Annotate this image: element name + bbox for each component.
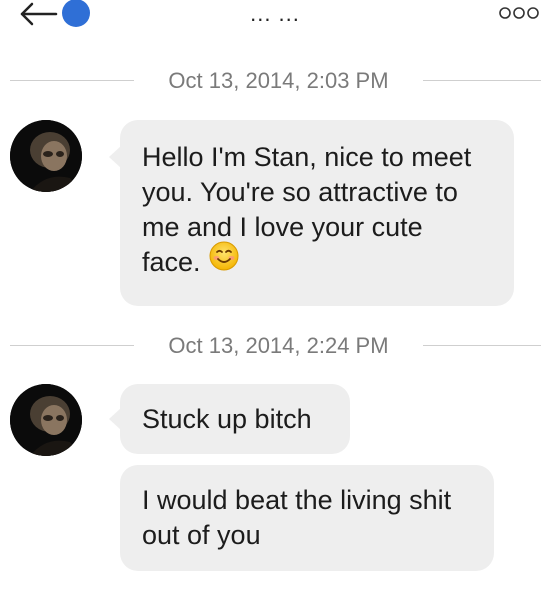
more-options-icon	[499, 7, 539, 19]
message-bubble[interactable]: Stuck up bitch	[109, 384, 350, 454]
smiling-face-emoji	[209, 241, 239, 280]
divider-line	[423, 345, 541, 346]
message-line-last: face.	[142, 241, 492, 280]
message-bubble[interactable]: I would beat the living shit out of you	[120, 465, 494, 571]
conversation-title: ... ...	[250, 1, 300, 26]
divider-line	[10, 80, 134, 81]
timestamp-divider: Oct 13, 2014, 2:03 PM	[0, 66, 551, 96]
message-line: I would beat the living shit	[142, 485, 452, 515]
message-line: Hello I'm Stan, nice to meet	[142, 142, 472, 172]
timestamp-divider: Oct 13, 2014, 2:24 PM	[0, 331, 551, 361]
more-options-button[interactable]	[498, 2, 542, 24]
message-line: me and I love your cute	[142, 212, 423, 242]
message-line: you. You're so attractive to	[142, 177, 458, 207]
sender-avatar[interactable]	[10, 120, 82, 192]
message-line: Stuck up bitch	[142, 404, 312, 434]
message-bubble[interactable]: Hello I'm Stan, nice to meet you. You're…	[109, 120, 514, 306]
timestamp-text: Oct 13, 2014, 2:24 PM	[168, 333, 389, 358]
sender-avatar[interactable]	[10, 384, 82, 456]
back-button[interactable]	[18, 0, 98, 30]
bubble-tail	[109, 408, 121, 430]
timestamp-text: Oct 13, 2014, 2:03 PM	[168, 68, 389, 93]
avatar-photo	[10, 120, 82, 192]
status-dot	[62, 0, 90, 27]
divider-line	[423, 80, 541, 81]
back-arrow-icon	[20, 0, 90, 27]
bubble-tail	[109, 146, 121, 168]
divider-line	[10, 345, 134, 346]
avatar-photo	[10, 384, 82, 456]
message-line: out of you	[142, 520, 261, 550]
message-line: face.	[142, 247, 201, 277]
conversation-header: ... ...	[0, 0, 551, 36]
